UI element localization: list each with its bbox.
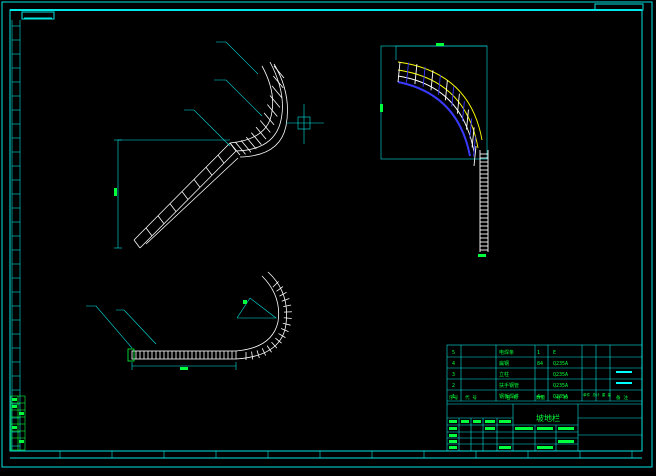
isometric-dimensions xyxy=(114,42,324,248)
rail-post xyxy=(270,95,280,107)
rail-post xyxy=(251,133,261,145)
rail-post xyxy=(182,192,188,200)
bom-header-code: 代 号 xyxy=(465,394,477,401)
rail-post xyxy=(158,216,164,224)
bom-row-no: 4 xyxy=(452,361,455,367)
rail-post xyxy=(218,155,224,163)
plan-tread xyxy=(252,352,253,360)
rail-post xyxy=(398,62,400,82)
bom-row-name: 扶手钢管 xyxy=(499,382,519,389)
plan-tread xyxy=(283,305,291,307)
rail-post xyxy=(466,110,468,130)
elev-dim-text xyxy=(380,43,486,257)
bom-header-note: 备 注 xyxy=(616,394,628,401)
rail-post xyxy=(264,113,274,125)
iso-dim-text xyxy=(114,188,117,196)
plan-tread xyxy=(257,350,259,358)
bom-header-material: 材 料 xyxy=(556,394,568,401)
bom-header-qty: 数量 xyxy=(536,394,546,401)
rail-post xyxy=(407,63,409,83)
bom-row-material: Q235A xyxy=(553,372,568,378)
bom-row-qty: 1 xyxy=(537,350,540,356)
rail-post xyxy=(194,179,200,187)
rail-post xyxy=(273,76,283,88)
bom-row-material: Q235A xyxy=(553,361,568,367)
bom-note-marks xyxy=(616,371,632,384)
bom-row-material: E xyxy=(553,350,556,356)
drawing-svg: 5电焊条1E4扁钢84Q235A3立柱Q235A2扶手钢管Q235A1钢板焊件4… xyxy=(0,0,656,472)
rail-post xyxy=(462,101,464,121)
bom-header-name: 名 称 xyxy=(506,394,518,401)
rail-post xyxy=(274,66,284,78)
rail-post xyxy=(170,204,176,212)
plan-dim-text xyxy=(180,300,247,370)
plan-tread xyxy=(283,323,291,325)
bom-row-no: 3 xyxy=(452,372,455,378)
isometric-view[interactable] xyxy=(134,62,288,248)
bom-header-weight: 单件 总计 重 量 xyxy=(583,392,611,397)
left-ruler xyxy=(12,20,20,450)
title-block-title: 坡地栏 xyxy=(536,413,560,423)
rail-post xyxy=(134,240,140,248)
rail-post xyxy=(472,127,474,147)
bottom-ruler xyxy=(60,451,632,458)
bom-row-no: 5 xyxy=(452,350,455,356)
rail-post xyxy=(246,137,256,149)
bom-row-name: 扁钢 xyxy=(499,360,509,367)
bom-header-no: 序号 xyxy=(449,394,459,401)
bom-row-name: 立柱 xyxy=(499,371,509,378)
plan-tread xyxy=(284,318,292,319)
plan-tread xyxy=(273,281,279,287)
rail-post xyxy=(230,143,240,155)
rail-post xyxy=(146,228,152,236)
plan-view[interactable] xyxy=(128,272,292,361)
bom-row-qty: 84 xyxy=(537,361,543,367)
rail-post xyxy=(206,167,212,175)
bom-table: 5电焊条1E4扁钢84Q235A3立柱Q235A2扶手钢管Q235A1钢板焊件4… xyxy=(452,349,568,400)
bom-row-material: Q235A xyxy=(553,383,568,389)
bom-row-no: 2 xyxy=(452,383,455,389)
bom-row-name: 电焊条 xyxy=(499,349,514,356)
title-block-marks xyxy=(449,420,574,449)
elevation-view[interactable] xyxy=(381,46,488,252)
cad-drawing-canvas[interactable]: 5电焊条1E4扁钢84Q235A3立柱Q235A2扶手钢管Q235A1钢板焊件4… xyxy=(0,0,656,472)
